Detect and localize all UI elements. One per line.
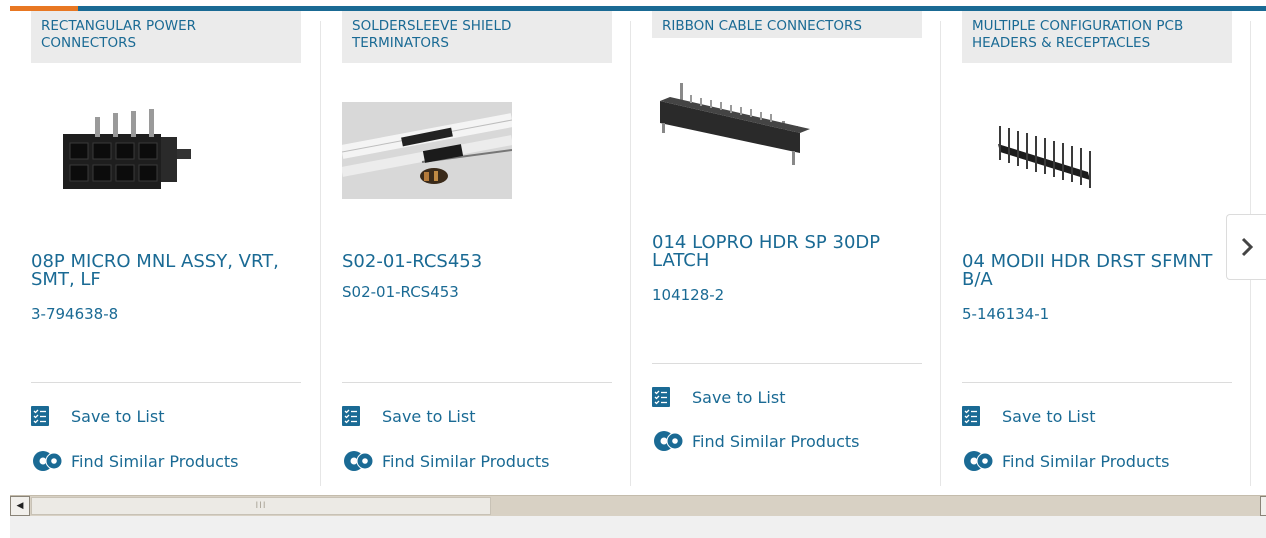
horizontal-scrollbar[interactable]: ◀ III	[10, 495, 1266, 516]
card-divider	[320, 21, 321, 486]
category-label[interactable]: RIBBON CABLE CONNECTORS	[652, 11, 922, 38]
find-similar-label: Find Similar Products	[692, 431, 860, 451]
product-title-link[interactable]: 014 LOPRO HDR SP 30DP LATCH	[652, 234, 917, 270]
product-card: RIBBON CABLE CONNECTORS 014 LOPRO HDR SP…	[652, 11, 922, 488]
save-to-list-button[interactable]: Save to List	[31, 405, 164, 427]
gears-icon	[964, 451, 994, 471]
footer-band	[10, 516, 1266, 538]
product-title-link[interactable]: S02-01-RCS453	[342, 253, 607, 271]
category-label[interactable]: RECTANGULAR POWER CONNECTORS	[31, 11, 301, 63]
category-label[interactable]: SOLDERSLEEVE SHIELD TERMINATORS	[342, 11, 612, 63]
product-carousel: RECTANGULAR POWER CONNECTORS 08P MICRO M…	[10, 11, 1266, 488]
checklist-icon	[342, 406, 360, 426]
card-separator	[342, 382, 612, 383]
part-number-link[interactable]: 5-146134-1	[962, 305, 1049, 323]
find-similar-label: Find Similar Products	[1002, 451, 1170, 471]
checklist-icon	[962, 406, 980, 426]
card-separator	[31, 382, 301, 383]
product-card: SOLDERSLEEVE SHIELD TERMINATORS S02-01-R…	[342, 11, 612, 488]
gears-icon	[344, 451, 374, 471]
save-to-list-label: Save to List	[382, 406, 476, 426]
product-image-soldersleeve[interactable]	[342, 102, 512, 199]
product-image-rectangular-power-connector[interactable]	[55, 99, 195, 199]
save-to-list-button[interactable]: Save to List	[342, 405, 475, 427]
save-to-list-button[interactable]: Save to List	[652, 386, 785, 408]
find-similar-label: Find Similar Products	[382, 451, 550, 471]
part-number-link[interactable]: 3-794638-8	[31, 305, 118, 323]
save-to-list-label: Save to List	[1002, 406, 1096, 426]
product-title-link[interactable]: 04 MODII HDR DRST SFMNT B/A	[962, 253, 1227, 289]
save-to-list-label: Save to List	[692, 387, 786, 407]
scroll-right-arrow[interactable]	[1260, 496, 1266, 516]
product-image-ribbon-cable-connector[interactable]	[660, 81, 815, 181]
checklist-icon	[31, 406, 49, 426]
save-to-list-button[interactable]: Save to List	[962, 405, 1095, 427]
gears-icon	[654, 431, 684, 451]
product-card: RECTANGULAR POWER CONNECTORS 08P MICRO M…	[31, 11, 301, 488]
card-divider	[630, 21, 631, 486]
product-title-link[interactable]: 08P MICRO MNL ASSY, VRT, SMT, LF	[31, 253, 296, 289]
find-similar-label: Find Similar Products	[71, 451, 239, 471]
checklist-icon	[652, 387, 670, 407]
card-divider	[940, 21, 941, 486]
chevron-right-icon	[1241, 237, 1253, 257]
product-card: MULTIPLE CONFIGURATION PCB HEADERS & REC…	[962, 11, 1232, 488]
find-similar-button[interactable]: Find Similar Products	[962, 450, 1170, 472]
scrollbar-thumb[interactable]: III	[31, 497, 491, 515]
card-separator	[962, 382, 1232, 383]
part-number-link[interactable]: S02-01-RCS453	[342, 283, 459, 301]
part-number-link[interactable]: 104128-2	[652, 286, 724, 304]
carousel-next-button[interactable]	[1226, 214, 1266, 280]
gears-icon	[33, 451, 63, 471]
save-to-list-label: Save to List	[71, 406, 165, 426]
find-similar-button[interactable]: Find Similar Products	[342, 450, 550, 472]
category-label[interactable]: MULTIPLE CONFIGURATION PCB HEADERS & REC…	[962, 11, 1232, 63]
find-similar-button[interactable]: Find Similar Products	[652, 430, 860, 452]
find-similar-button[interactable]: Find Similar Products	[31, 450, 239, 472]
product-image-pcb-header[interactable]	[990, 114, 1100, 194]
card-separator	[652, 363, 922, 364]
scroll-left-arrow[interactable]: ◀	[10, 496, 30, 516]
